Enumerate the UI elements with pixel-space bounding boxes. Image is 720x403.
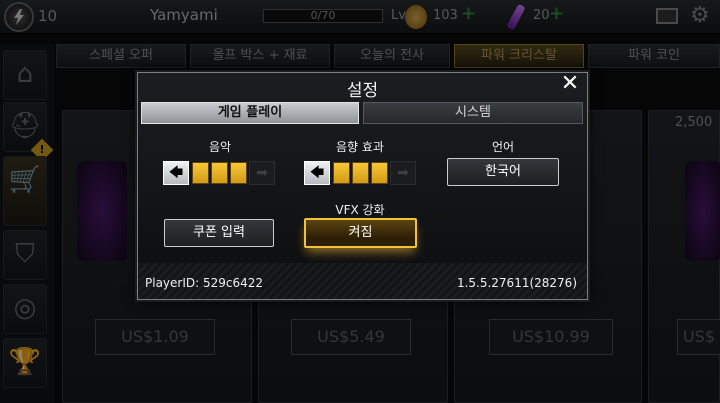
tab-gameplay[interactable]: 게임 플레이 <box>141 102 359 124</box>
volume-segment <box>230 162 247 184</box>
sfx-increase-button[interactable]: ➡ <box>390 161 416 185</box>
close-icon: ✕ <box>560 71 580 96</box>
player-id: PlayerID: 529c6422 <box>145 276 264 290</box>
music-label: 음악 <box>208 140 232 154</box>
sfx-decrease-button[interactable]: 🡄 <box>304 161 330 185</box>
language-button[interactable]: 한국어 <box>447 158 559 186</box>
arrow-right-icon: ➡ <box>256 165 268 181</box>
language-label: 언어 <box>491 140 515 154</box>
sfx-label: 음향 효과 <box>336 140 384 154</box>
arrow-left-icon: 🡄 <box>168 165 184 181</box>
tab-system[interactable]: 시스템 <box>363 102 583 124</box>
coupon-button[interactable]: 쿠폰 입력 <box>164 219 274 247</box>
version-label: 1.5.5.27611(28276) <box>456 276 577 290</box>
close-button[interactable]: ✕ <box>555 73 585 97</box>
volume-segment <box>371 162 388 184</box>
volume-segment <box>352 162 369 184</box>
volume-segment <box>192 162 209 184</box>
sfx-volume-slider[interactable]: 🡄 ➡ <box>304 161 416 185</box>
music-decrease-button[interactable]: 🡄 <box>163 161 189 185</box>
dialog-title: 설정 <box>346 81 379 101</box>
volume-segment <box>333 162 350 184</box>
vfx-toggle-button[interactable]: 켜짐 <box>304 218 417 248</box>
settings-dialog: 설정 게임 플레이 시스템 음악 🡄 ➡ 음향 효과 🡄 ➡ 언어 한국어 쿠폰… <box>137 72 588 300</box>
music-increase-button[interactable]: ➡ <box>249 161 275 185</box>
arrow-right-icon: ➡ <box>397 165 409 181</box>
volume-segment <box>211 162 228 184</box>
music-volume-slider[interactable]: 🡄 ➡ <box>163 161 275 185</box>
arrow-left-icon: 🡄 <box>309 165 325 181</box>
vfx-label: VFX 강화 <box>335 203 385 217</box>
dialog-footer: PlayerID: 529c6422 1.5.5.27611(28276) <box>138 263 587 299</box>
